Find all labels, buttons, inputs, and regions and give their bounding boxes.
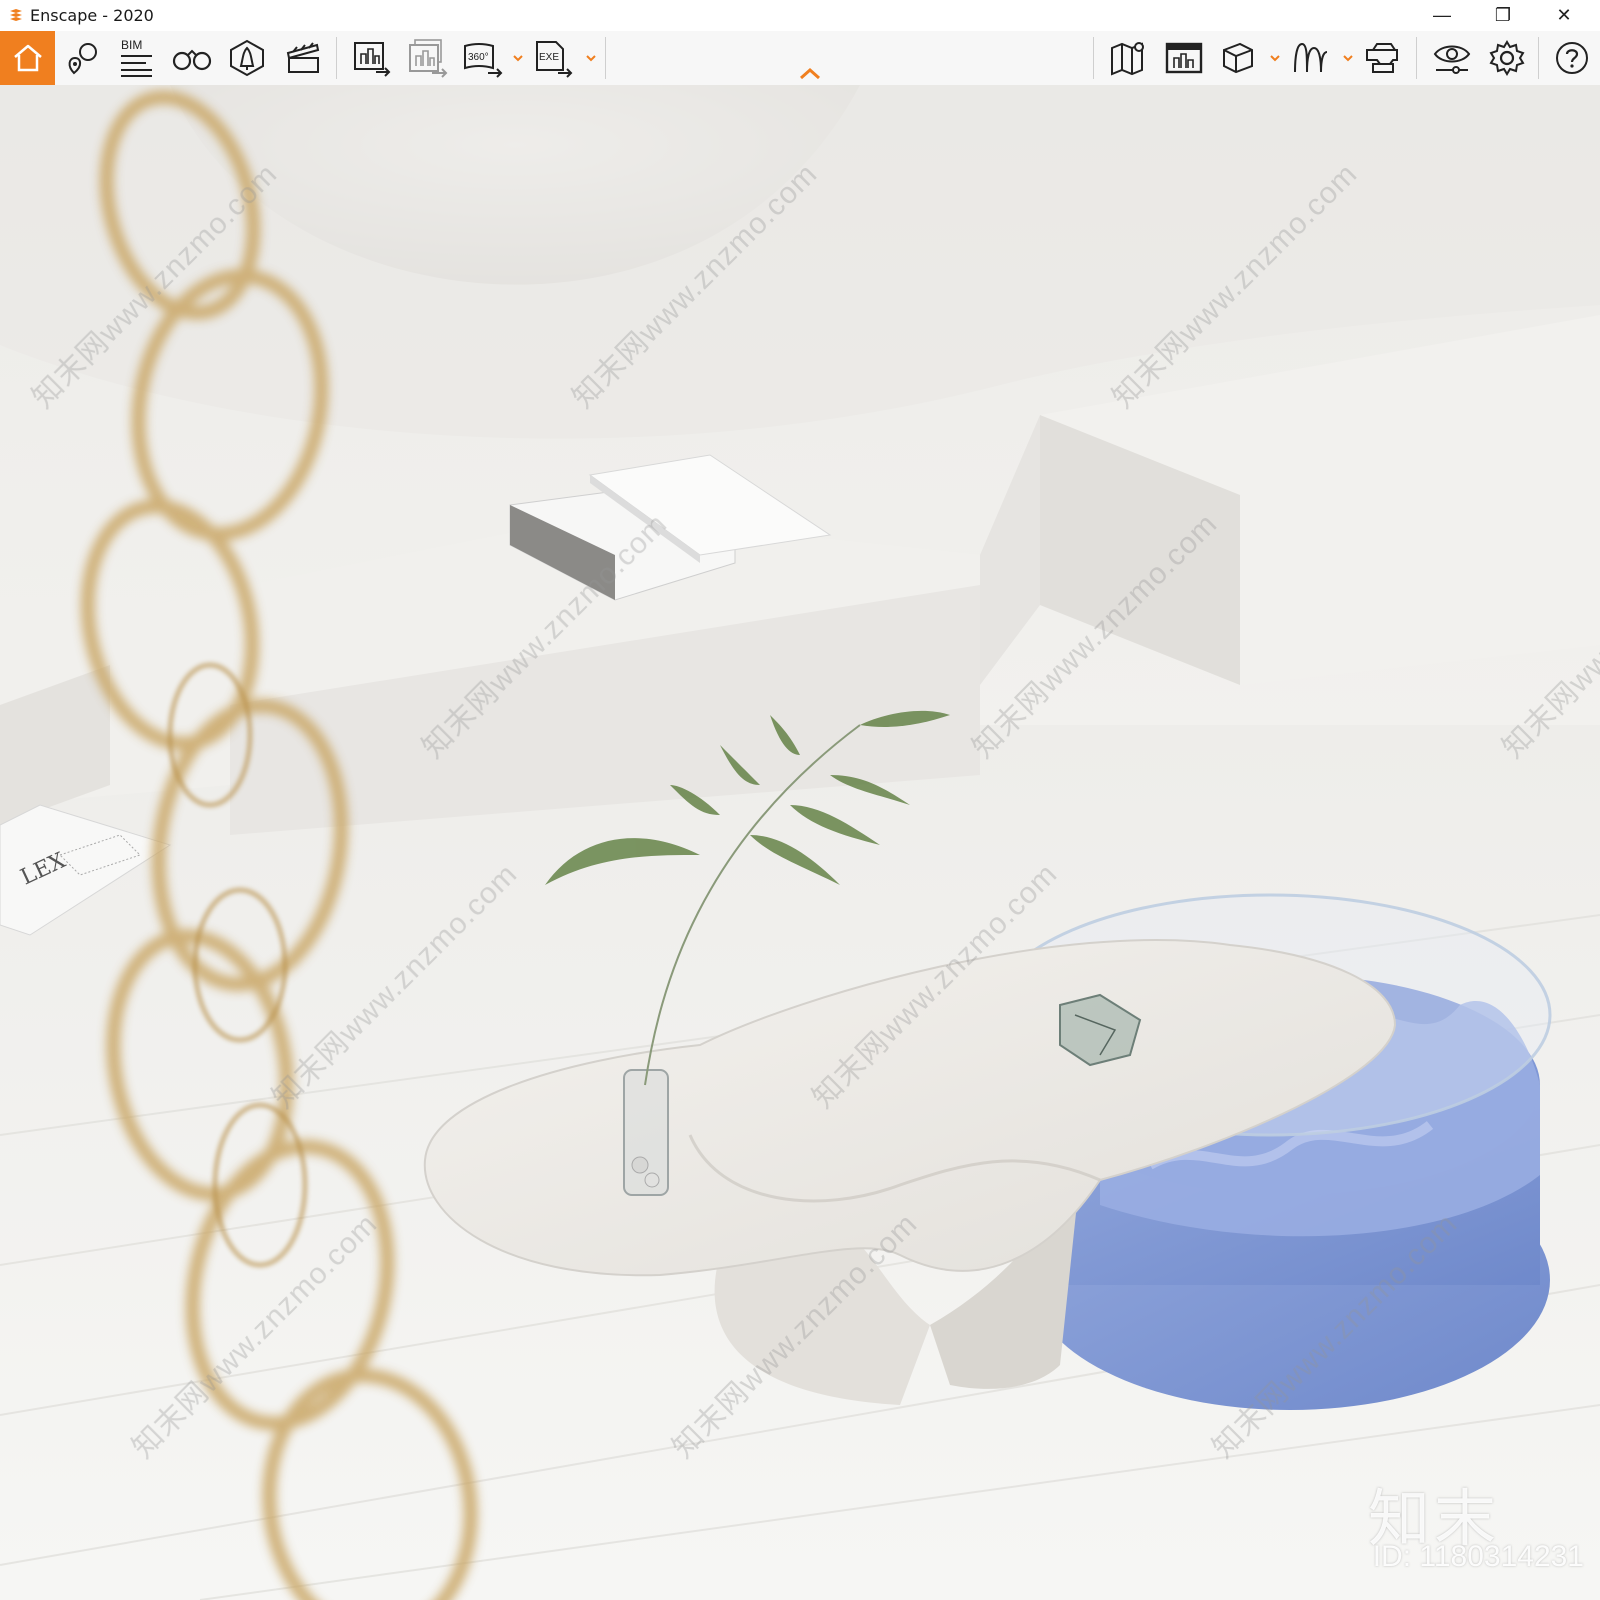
batch-render-icon [409,39,448,78]
screenshot-export-icon [354,42,391,77]
toolbar-separator [1416,37,1417,79]
chevron-down-icon[interactable] [1342,53,1354,63]
views-button[interactable] [60,35,106,81]
close-button[interactable]: ✕ [1534,0,1594,31]
bim-label: BIM [121,38,142,52]
close-icon: ✕ [1556,5,1572,25]
binoculars-icon [172,49,212,71]
help-button[interactable] [1549,35,1595,81]
toolbar-separator [1538,37,1539,79]
material-editor-icon [1165,42,1203,74]
minimize-button[interactable]: — [1412,0,1472,31]
cube-icon [1223,42,1253,74]
visual-settings-icon [1433,45,1471,74]
asset-library-icon [230,39,264,77]
material-editor-button[interactable] [1161,35,1207,81]
settings-icon [1489,40,1525,76]
enscape-logo-icon [10,8,22,21]
restore-button[interactable]: ❐ [1473,0,1533,31]
render-image-button[interactable] [349,35,395,81]
watermark-id: ID: 1180314231 [1372,1540,1584,1573]
panorama-label: 360° [468,52,489,63]
video-editor-button[interactable] [280,35,326,81]
toolbar-separator [336,37,337,79]
title-bar: Enscape - 2020 — ❐ ✕ [0,0,1600,31]
map-button[interactable] [1106,35,1152,81]
chevron-down-icon[interactable] [512,53,524,63]
chevron-down-icon[interactable] [1269,53,1281,63]
vr-headset-button[interactable] [1361,35,1407,81]
cube-button[interactable] [1215,35,1261,81]
help-icon [1556,42,1588,74]
chevron-down-icon[interactable] [585,53,597,63]
toolbar-separator [605,37,606,79]
restore-icon: ❐ [1494,5,1512,25]
atmosphere-icon [1294,42,1328,73]
video-editor-icon [286,42,320,73]
walk-mode-button[interactable] [169,35,215,81]
collapse-toolbar-icon[interactable] [799,67,821,81]
bim-info-button[interactable]: BIM [113,35,159,81]
window-title: Enscape - 2020 [30,6,154,25]
vr-headset-icon [1366,43,1398,73]
visual-settings-button[interactable] [1429,35,1475,81]
home-button[interactable] [0,31,55,85]
settings-button[interactable] [1484,35,1530,81]
home-icon [13,44,42,72]
panorama-export-icon: 360° [464,43,503,78]
toolbar-separator [1093,37,1094,79]
render-viewport[interactable]: LEX 知末网www.znzmo.com 知末网www.znzmo.com 知末… [0,85,1600,1600]
asset-library-button[interactable] [224,35,270,81]
minimize-icon: — [1433,5,1451,25]
map-icon [1111,42,1144,76]
exe-export-button[interactable]: EXE [531,35,577,81]
atmosphere-button[interactable] [1288,35,1334,81]
panorama-export-button[interactable]: 360° [460,35,506,81]
batch-render-button[interactable] [405,35,451,81]
exe-export-icon: EXE [536,41,573,78]
exe-label: EXE [539,52,559,63]
bim-info-icon: BIM [121,38,152,77]
views-icon [68,43,97,75]
